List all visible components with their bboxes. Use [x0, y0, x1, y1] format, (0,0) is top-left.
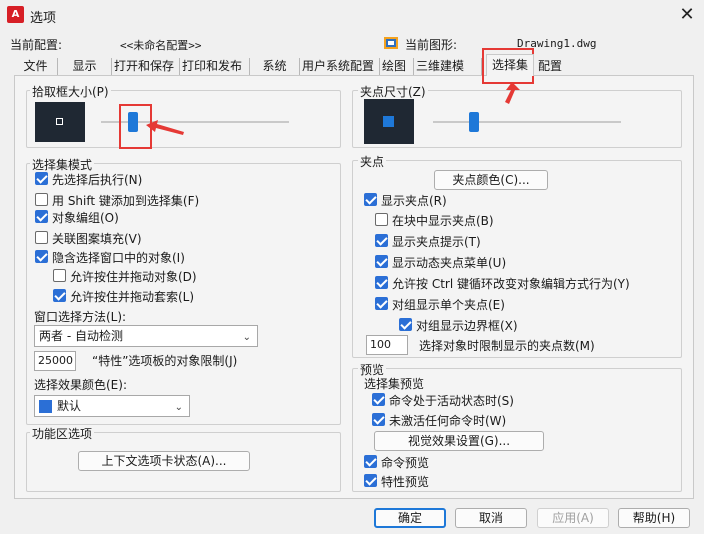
cancel-button[interactable]: 取消 — [455, 508, 527, 528]
tab-plot-publish[interactable]: 打印和发布 — [180, 58, 250, 76]
pickbox-label: 拾取框大小(P) — [30, 83, 111, 100]
bounding-box-groups-label: 对组显示边界框(X) — [416, 319, 518, 333]
preselect-checkbox[interactable] — [35, 172, 48, 185]
window-method-label: 窗口选择方法(L): — [34, 310, 127, 324]
effect-color-value: 默认 — [57, 399, 82, 413]
grips-label: 夹点 — [358, 153, 387, 170]
preview-active-command-checkbox[interactable] — [372, 393, 385, 406]
autocad-app-icon: A — [7, 6, 24, 23]
grip-colors-button[interactable]: 夹点颜色(C)... — [434, 170, 548, 190]
window-method-value: 两者 - 自动检测 — [39, 329, 123, 343]
tab-pointer-arrow — [505, 82, 520, 104]
dynamic-grip-menu-label: 显示动态夹点菜单(U) — [392, 256, 507, 270]
property-preview-label: 特性预览 — [381, 475, 430, 489]
property-limit-label: “特性”选项板的对象限制(J) — [92, 354, 238, 368]
effect-color-label: 选择效果颜色(E): — [34, 378, 127, 392]
current-drawing-label: 当前图形: — [405, 38, 458, 52]
grip-size-slider-thumb[interactable] — [468, 112, 479, 132]
grips-in-blocks-label: 在块中显示夹点(B) — [392, 214, 494, 228]
tab-system[interactable]: 系统 — [250, 58, 300, 76]
grip-size-preview — [364, 99, 414, 144]
grip-tips-label: 显示夹点提示(T) — [392, 235, 481, 249]
grip-size-label: 夹点尺寸(Z) — [358, 83, 428, 100]
window-title: 选项 — [30, 11, 57, 26]
pickbox-square — [56, 118, 63, 125]
selection-preview-label: 选择集预览 — [364, 377, 425, 391]
command-preview-label: 命令预览 — [381, 456, 430, 470]
color-swatch-icon — [39, 400, 52, 413]
property-preview-checkbox[interactable] — [364, 474, 377, 487]
effect-color-select[interactable]: 默认 ⌄ — [34, 395, 190, 417]
press-drag-lasso-checkbox[interactable] — [53, 289, 66, 302]
tab-3d-modeling[interactable]: 三维建模 — [414, 58, 482, 76]
tab-profiles[interactable]: 配置 — [536, 58, 566, 76]
preview-no-command-checkbox[interactable] — [372, 413, 385, 426]
property-limit-input[interactable]: 25000 — [34, 351, 76, 371]
slider-pointer-arrow — [146, 120, 184, 135]
ok-button[interactable]: 确定 — [374, 508, 446, 528]
preview-no-command-label: 未激活任何命令时(W) — [389, 414, 507, 428]
command-preview-checkbox[interactable] — [364, 455, 377, 468]
bounding-box-groups-checkbox[interactable] — [399, 318, 412, 331]
press-drag-object-label: 允许按住并拖动对象(D) — [70, 270, 197, 284]
preview-active-command-label: 命令处于活动状态时(S) — [389, 394, 514, 408]
pickbox-preview — [35, 102, 85, 142]
grip-tips-checkbox[interactable] — [375, 234, 388, 247]
grip-size-slider-track[interactable] — [433, 121, 621, 123]
show-grips-checkbox[interactable] — [364, 193, 377, 206]
tab-selection[interactable]: 选择集 — [486, 54, 534, 76]
visual-effects-button[interactable]: 视觉效果设置(G)... — [374, 431, 544, 451]
associative-hatch-label: 关联图案填充(V) — [52, 232, 142, 246]
contextual-tab-states-button[interactable]: 上下文选项卡状态(A)... — [78, 451, 250, 471]
press-drag-object-checkbox[interactable] — [53, 269, 66, 282]
tab-open-save[interactable]: 打开和保存 — [112, 58, 180, 76]
help-button[interactable]: 帮助(H) — [618, 508, 690, 528]
single-grip-groups-label: 对组显示单个夹点(E) — [392, 298, 505, 312]
ctrl-cycling-checkbox[interactable] — [375, 276, 388, 289]
chevron-down-icon: ⌄ — [174, 402, 183, 413]
grip-square — [383, 116, 394, 127]
close-button[interactable]: ✕ — [674, 3, 700, 27]
grip-limit-label: 选择对象时限制显示的夹点数(M) — [419, 339, 595, 353]
single-grip-groups-checkbox[interactable] — [375, 297, 388, 310]
current-config-label: 当前配置: — [10, 38, 63, 52]
grip-limit-input[interactable]: 100 — [366, 335, 408, 355]
implied-window-checkbox[interactable] — [35, 250, 48, 263]
current-config-value: <<未命名配置>> — [120, 39, 202, 52]
ribbon-options-label: 功能区选项 — [30, 425, 95, 442]
chevron-down-icon: ⌄ — [242, 332, 251, 343]
tab-user-preferences[interactable]: 用户系统配置 — [300, 58, 380, 76]
shift-add-checkbox[interactable] — [35, 193, 48, 206]
object-grouping-label: 对象编组(O) — [52, 211, 119, 225]
title-bar — [0, 0, 704, 30]
apply-button[interactable]: 应用(A) — [537, 508, 609, 528]
window-method-select[interactable]: 两者 - 自动检测 ⌄ — [34, 325, 258, 347]
object-grouping-checkbox[interactable] — [35, 210, 48, 223]
drawing-file-icon — [383, 35, 399, 51]
grips-in-blocks-checkbox[interactable] — [375, 213, 388, 226]
show-grips-label: 显示夹点(R) — [381, 194, 447, 208]
tab-files[interactable]: 文件 — [14, 58, 58, 76]
ctrl-cycling-label: 允许按 Ctrl 键循环改变对象编辑方式行为(Y) — [392, 277, 630, 291]
press-drag-lasso-label: 允许按住并拖动套索(L) — [70, 290, 195, 304]
tab-drafting[interactable]: 绘图 — [380, 58, 414, 76]
tab-bar: 文件 显示 打开和保存 打印和发布 系统 用户系统配置 绘图 三维建模 选择集 … — [14, 54, 694, 76]
implied-window-label: 隐含选择窗口中的对象(I) — [52, 251, 185, 265]
shift-add-label: 用 Shift 键添加到选择集(F) — [52, 194, 200, 208]
preselect-label: 先选择后执行(N) — [52, 173, 143, 187]
tab-display[interactable]: 显示 — [58, 58, 112, 76]
associative-hatch-checkbox[interactable] — [35, 231, 48, 244]
dynamic-grip-menu-checkbox[interactable] — [375, 255, 388, 268]
